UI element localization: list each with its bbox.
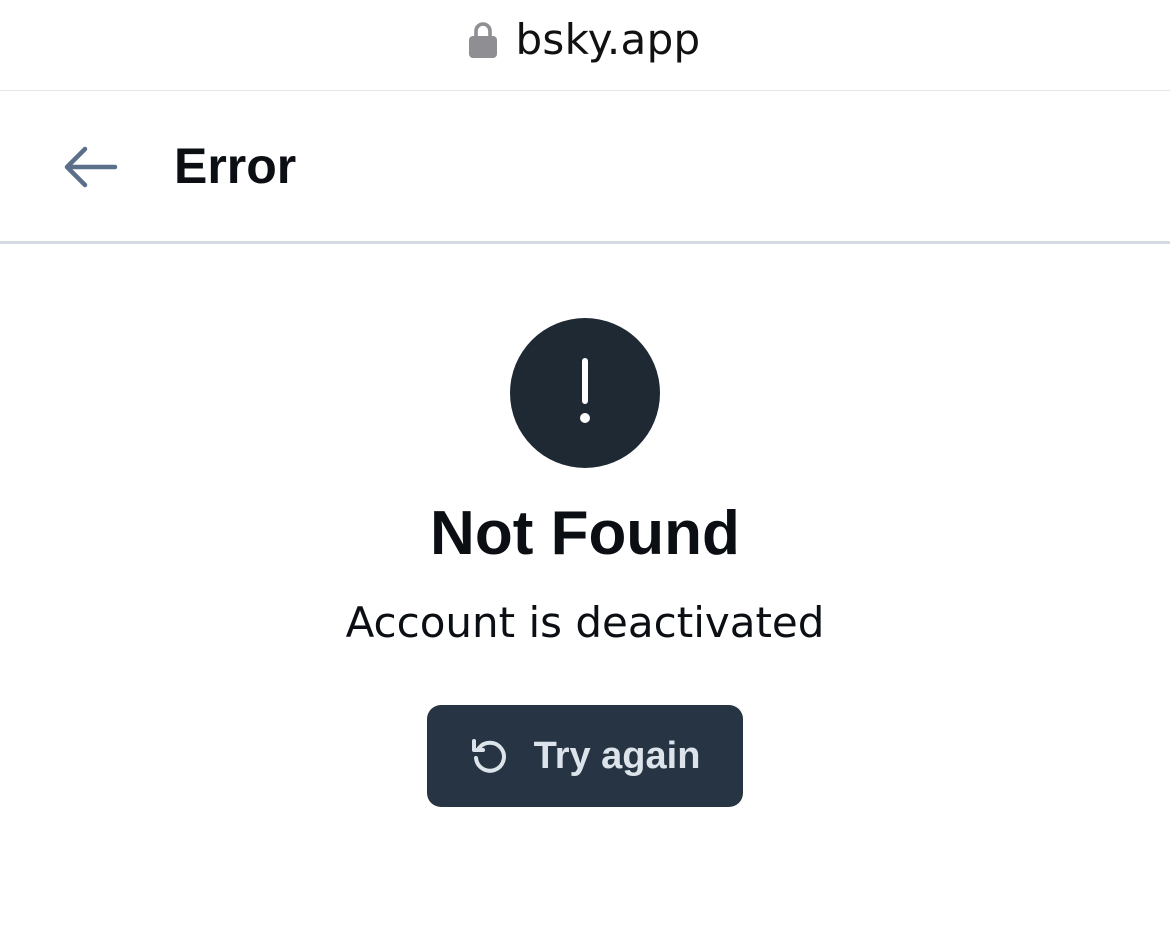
try-again-label: Try again [533,735,701,777]
arrow-left-icon [64,146,118,188]
lock-icon [469,22,498,58]
exclamation-circle-icon [510,318,660,468]
page-title: Error [174,138,297,194]
rotate-ccw-icon [471,739,506,773]
exclamation-icon [580,358,590,423]
error-title: Not Found [430,499,740,568]
url-display[interactable]: bsky.app [469,15,700,64]
error-message: Account is deactivated [345,598,825,647]
try-again-button[interactable]: Try again [427,705,743,807]
error-screen: Not Found Account is deactivated Try aga… [0,247,1170,944]
browser-url-bar[interactable]: bsky.app [0,0,1170,91]
page-header: Error [0,92,1170,244]
url-text[interactable]: bsky.app [515,15,700,64]
back-button[interactable] [52,134,128,200]
